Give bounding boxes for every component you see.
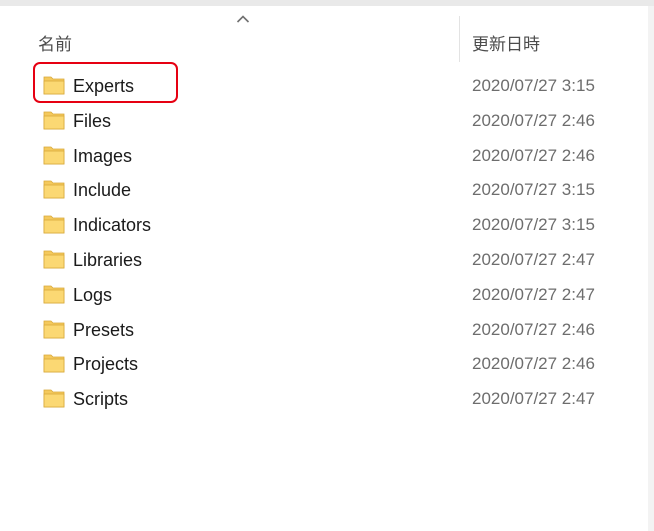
folder-name: Files [73,110,112,131]
list-item[interactable]: Logs 2020/07/27 2:47 [0,279,654,314]
list-item[interactable]: Libraries 2020/07/27 2:47 [0,244,654,279]
column-header-modified[interactable]: 更新日時 [472,30,540,55]
list-item[interactable]: Include 2020/07/27 3:15 [0,174,654,209]
folder-name: Scripts [73,389,129,410]
folder-name: Images [73,145,133,166]
column-header-name[interactable]: 名前 [38,30,72,55]
folder-icon [43,354,65,373]
folder-name: Projects [73,354,139,375]
modified-date: 2020/07/27 2:46 [472,145,595,165]
list-item[interactable]: Files 2020/07/27 2:46 [0,105,654,140]
folder-icon [43,76,65,95]
chevron-up-icon [236,15,250,23]
folder-icon [43,180,65,199]
folder-icon [43,215,65,234]
modified-date: 2020/07/27 2:47 [472,250,595,269]
modified-date: 2020/07/27 3:15 [472,180,595,200]
folder-icon [43,285,65,304]
modified-date: 2020/07/27 2:47 [472,284,595,304]
modified-date: 2020/07/27 3:15 [472,215,595,235]
folder-name: Libraries [73,250,143,270]
modified-date: 2020/07/27 2:46 [472,354,595,374]
folder-icon [43,389,65,408]
folder-name: Logs [73,284,113,305]
folder-icon [43,320,65,338]
modified-date: 2020/07/27 2:46 [472,110,595,130]
column-header-row: 名前 更新日時 [0,6,654,62]
list-item[interactable]: Images 2020/07/27 2:46 [0,140,654,175]
modified-date: 2020/07/27 2:47 [472,389,595,409]
modified-date: 2020/07/27 3:15 [472,76,595,95]
column-divider[interactable] [459,16,460,62]
list-item[interactable]: Indicators 2020/07/27 3:15 [0,209,654,244]
folder-icon [43,146,65,164]
list-item[interactable]: Scripts 2020/07/27 2:47 [0,383,654,418]
list-item[interactable]: Presets 2020/07/27 2:46 [0,314,654,349]
folder-name: Indicators [73,215,152,236]
folder-name: Experts [73,76,135,96]
list-item[interactable]: Projects 2020/07/27 2:46 [0,348,654,383]
folder-name: Presets [73,319,135,340]
folder-icon [43,111,65,130]
list-item[interactable]: Experts 2020/07/27 3:15 [0,70,654,105]
folder-name: Include [73,180,132,201]
modified-date: 2020/07/27 2:46 [472,319,595,339]
folder-icon [43,250,65,269]
